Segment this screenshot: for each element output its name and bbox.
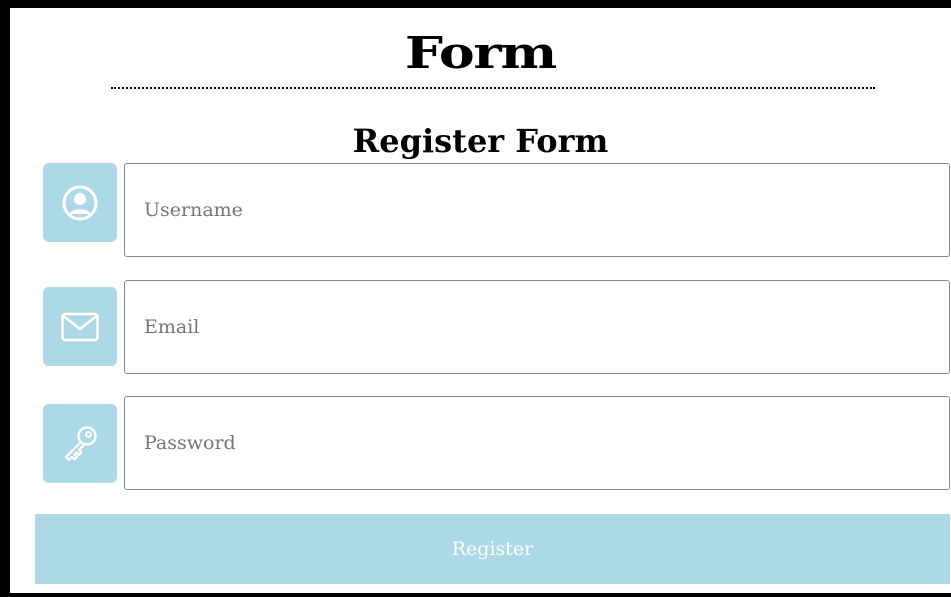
- password-input[interactable]: [124, 396, 950, 490]
- password-icon-box: [43, 404, 117, 483]
- user-circle-icon: [62, 185, 98, 220]
- email-input[interactable]: [124, 280, 950, 374]
- email-icon-box: [43, 287, 117, 366]
- username-input[interactable]: [124, 163, 950, 257]
- title-divider: [111, 87, 875, 89]
- key-icon: [64, 425, 97, 461]
- form-page: Form Register Form Register: [0, 0, 951, 597]
- form-title: Register Form: [352, 122, 609, 160]
- username-icon-box: [43, 163, 117, 242]
- register-button[interactable]: Register: [35, 514, 950, 584]
- envelope-icon: [61, 312, 99, 341]
- page-title: Form: [404, 28, 557, 79]
